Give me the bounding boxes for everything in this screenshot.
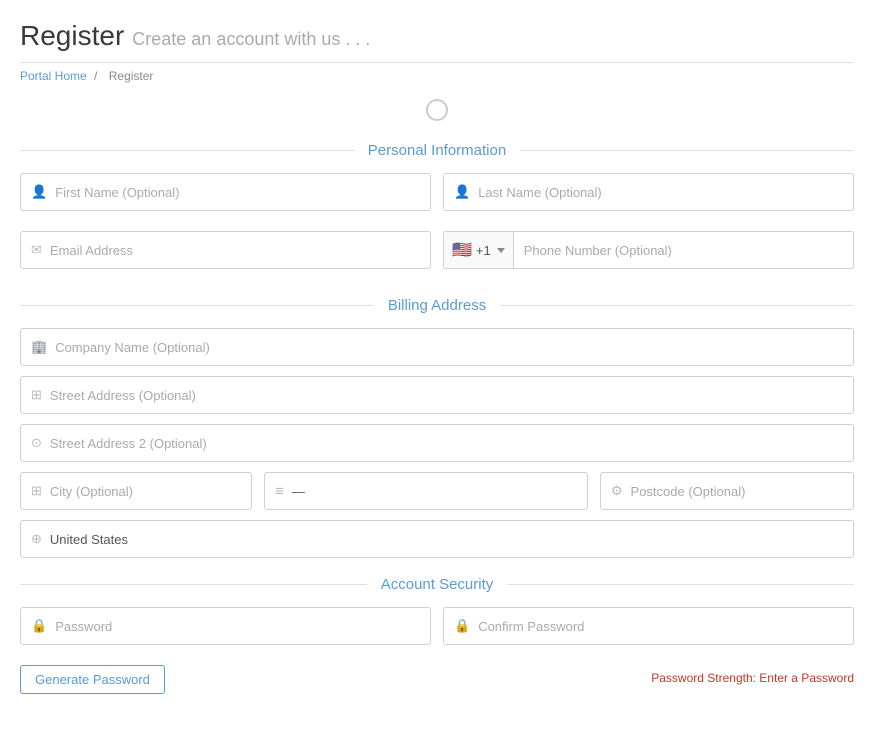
page-title: RegisterCreate an account with us . . . [20,20,854,52]
personal-info-section-divider: Personal Information [20,142,854,159]
breadcrumb-current: Register [109,69,154,83]
phone-group: 🇺🇸 +1 [443,231,854,269]
name-row [20,173,854,221]
company-name-input[interactable] [55,340,843,355]
email-group [20,231,431,269]
street-address-group [20,376,854,414]
phone-code: +1 [476,243,491,258]
billing-address-section-divider: Billing Address [20,297,854,314]
last-name-input-wrapper [443,173,854,211]
generate-password-container: Generate Password [20,665,165,700]
lock-icon-2 [454,618,470,634]
password-group [20,607,431,645]
breadcrumb-home-link[interactable]: Portal Home [20,69,87,83]
password-bottom-row: Generate Password Password Strength: Ent… [20,665,854,700]
state-select-wrapper [264,472,588,510]
city-state-postcode-row [20,472,854,510]
country-wrapper [20,520,854,558]
email-input-wrapper [20,231,431,269]
street-icon [31,387,42,403]
gear-icon [611,483,623,499]
filter-icon [275,483,284,500]
password-strength-text: Password Strength: Enter a Password [177,671,854,685]
password-strength-container: Password Strength: Enter a Password [177,665,854,685]
account-security-title: Account Security [367,576,508,593]
confirm-password-group [443,607,854,645]
person-icon [31,184,47,200]
postcode-input[interactable] [631,484,843,499]
street-address-input[interactable] [50,388,843,403]
password-row [20,607,854,655]
spinner-circle [426,99,448,121]
page-header: RegisterCreate an account with us . . . [20,20,854,63]
email-phone-row: 🇺🇸 +1 [20,231,854,279]
page-container: RegisterCreate an account with us . . . … [0,0,874,730]
pin-icon [31,435,42,451]
first-name-input[interactable] [55,185,420,200]
phone-row: 🇺🇸 +1 [443,231,854,269]
personal-info-title: Personal Information [354,142,520,159]
last-name-group [443,173,854,211]
city-input-wrapper [20,472,252,510]
breadcrumb: Portal Home / Register [20,69,854,83]
loading-spinner [20,99,854,124]
street-address2-input[interactable] [50,436,843,451]
confirm-password-input[interactable] [478,619,843,634]
city-input[interactable] [50,484,241,499]
phone-input-wrapper [514,232,853,268]
phone-input[interactable] [524,243,843,258]
postcode-wrapper [600,472,854,510]
billing-address-title: Billing Address [374,297,500,314]
state-input[interactable] [292,484,577,499]
first-name-input-wrapper [20,173,431,211]
account-security-section-divider: Account Security [20,576,854,593]
last-name-input[interactable] [478,185,843,200]
chevron-down-icon [497,248,505,253]
password-input-wrapper [20,607,431,645]
confirm-password-input-wrapper [443,607,854,645]
email-input[interactable] [50,243,420,258]
person-icon-2 [454,184,470,200]
building-icon [31,339,47,355]
email-icon [31,242,42,258]
street-address2-input-wrapper [20,424,854,462]
phone-flag-select[interactable]: 🇺🇸 +1 [444,232,514,268]
first-name-group [20,173,431,211]
country-input[interactable] [50,532,843,547]
city-group [20,472,252,510]
company-name-input-wrapper [20,328,854,366]
globe-icon [31,531,42,547]
street-address2-group [20,424,854,462]
lock-icon [31,618,47,634]
us-flag-icon: 🇺🇸 [452,240,472,260]
generate-password-button[interactable]: Generate Password [20,665,165,694]
password-input[interactable] [55,619,420,634]
company-name-group [20,328,854,366]
breadcrumb-separator: / [94,69,97,83]
city-icon [31,483,42,499]
street-address-input-wrapper [20,376,854,414]
